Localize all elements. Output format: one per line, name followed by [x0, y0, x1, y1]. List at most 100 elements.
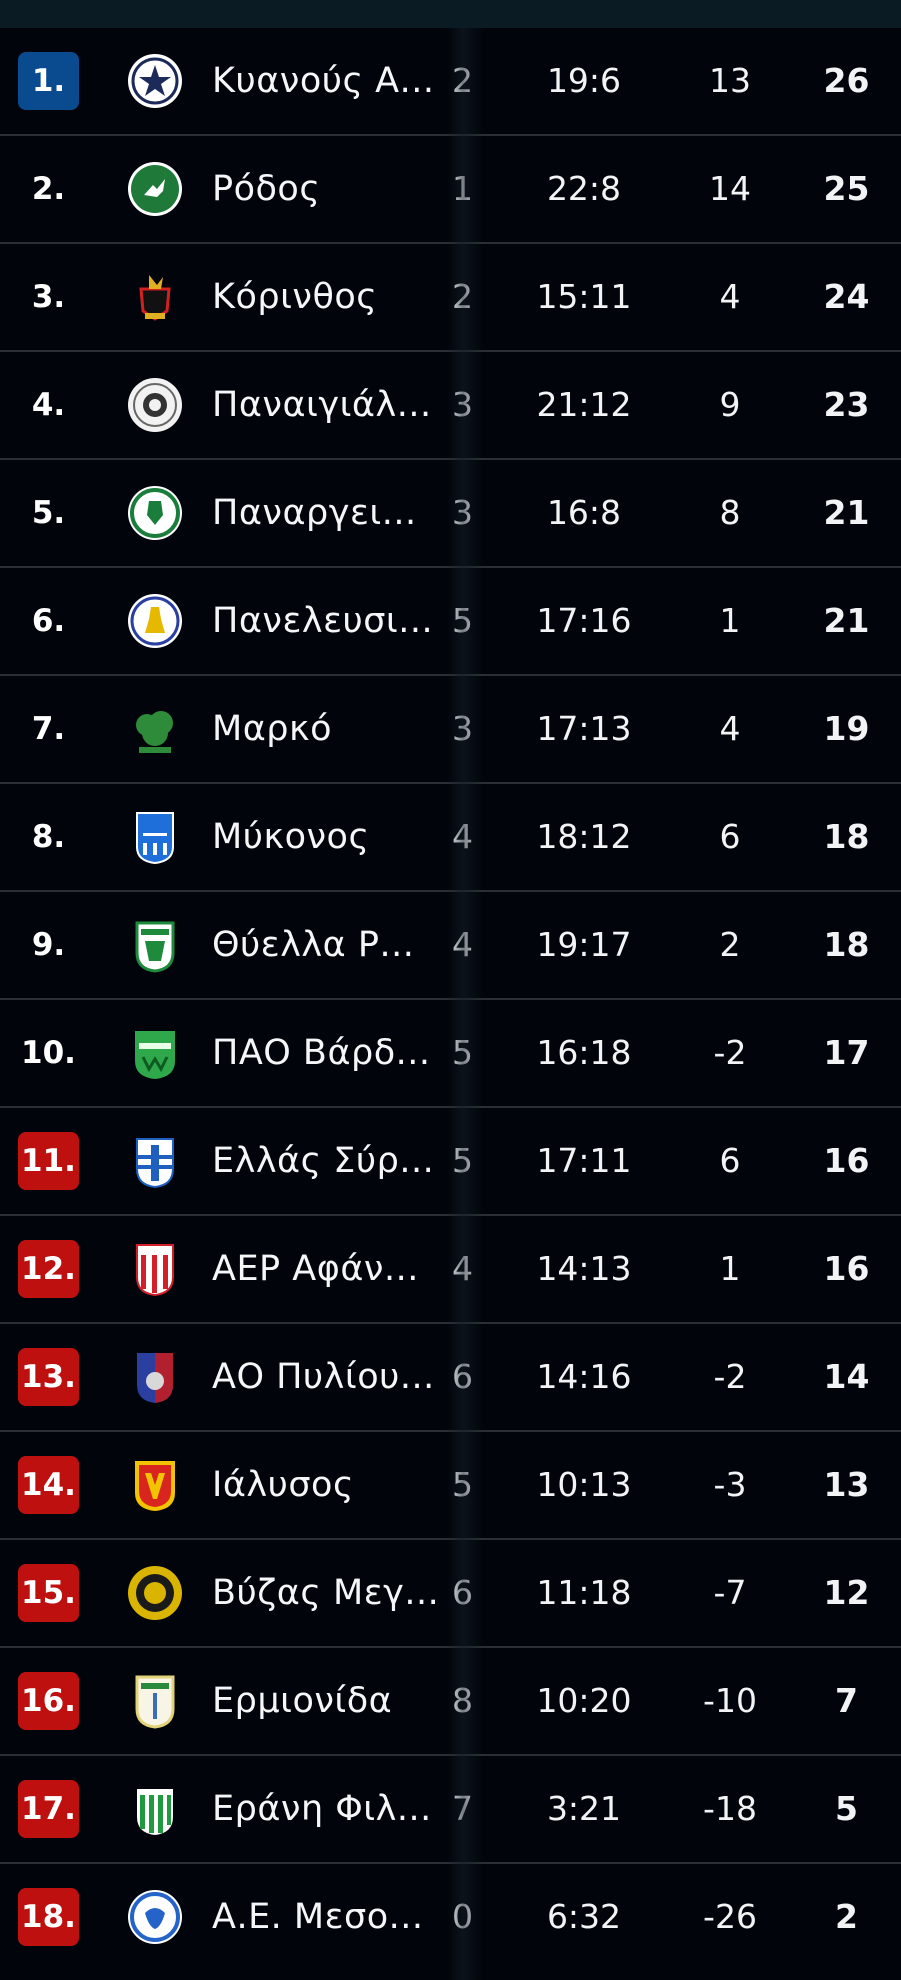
played-value: 4: [452, 925, 473, 964]
rank-badge: 7.: [31, 711, 66, 747]
points-value: 13: [823, 1465, 870, 1504]
goal-difference-value: -26: [703, 1897, 757, 1936]
table-row[interactable]: 16. Ερμιονίδα 8 10:20 -10 7: [0, 1648, 901, 1756]
played-value: 5: [452, 601, 473, 640]
points-value: 21: [823, 601, 870, 640]
table-row[interactable]: 6. Πανελευσι... 5 17:16 1 21: [0, 568, 901, 676]
ellas-syrou-shield-crest-icon: [127, 1133, 183, 1189]
rank-badge: 17.: [18, 1780, 79, 1838]
points-value: 21: [823, 493, 870, 532]
team-name: Βύζας Μεγ...: [212, 1573, 440, 1613]
table-row[interactable]: 3. Κόρινθος 2 15:11 4 24: [0, 244, 901, 352]
team-name: Μαρκό: [212, 709, 333, 749]
played-value: 3: [452, 709, 473, 748]
rank-badge: 15.: [18, 1564, 79, 1622]
goal-difference-value: 14: [709, 169, 751, 208]
played-value: 5: [452, 1465, 473, 1504]
table-row[interactable]: 13. ΑΟ Πυλίου... 6 14:16 -2 14: [0, 1324, 901, 1432]
panargeiakos-round-crest-icon: [127, 485, 183, 541]
vyzas-round-crest-icon: [127, 1565, 183, 1621]
table-row[interactable]: 8. Μύκονος 4 18:12 6 18: [0, 784, 901, 892]
points-value: 18: [823, 925, 870, 964]
table-row[interactable]: 11. Ελλάς Σύρ... 5 17:11 6 16: [0, 1108, 901, 1216]
goals-value: 10:20: [536, 1681, 632, 1720]
team-name: Ιάλυσος: [212, 1465, 354, 1505]
table-row[interactable]: 12. ΑΕΡ Αφάν... 4 14:13 1 16: [0, 1216, 901, 1324]
rank-badge: 1.: [18, 52, 79, 110]
points-value: 24: [823, 277, 870, 316]
points-value: 25: [823, 169, 870, 208]
points-value: 7: [835, 1681, 858, 1720]
goals-value: 14:16: [536, 1357, 632, 1396]
goals-value: 11:18: [536, 1573, 632, 1612]
marko-tree-crest-icon: [127, 701, 183, 757]
panaigialeios-round-crest-icon: [127, 377, 183, 433]
goal-difference-value: 2: [719, 925, 741, 964]
table-row[interactable]: 1. Κυανούς Α... 2 19:6 13 26: [0, 28, 901, 136]
mykonos-shield-crest-icon: [127, 809, 183, 865]
table-row[interactable]: 14. Ιάλυσος 5 10:13 -3 13: [0, 1432, 901, 1540]
played-value: 4: [452, 1249, 473, 1288]
played-value: 5: [452, 1141, 473, 1180]
rank-badge: 12.: [18, 1240, 79, 1298]
goals-value: 6:32: [546, 1897, 622, 1936]
points-value: 17: [823, 1033, 870, 1072]
points-value: 26: [823, 61, 870, 100]
standings-table: 1. Κυανούς Α... 2 19:6 13 26 2. Ρόδος 1 …: [0, 28, 901, 1970]
goal-difference-value: -7: [713, 1573, 747, 1612]
team-name: Α.Ε. Μεσο...: [212, 1897, 424, 1937]
table-row[interactable]: 10. ΠΑΟ Βάρδ... 5 16:18 -2 17: [0, 1000, 901, 1108]
table-row[interactable]: 18. Α.Ε. Μεσο... 0 6:32 -26 2: [0, 1864, 901, 1970]
table-row[interactable]: 2. Ρόδος 1 22:8 14 25: [0, 136, 901, 244]
goal-difference-value: 9: [719, 385, 741, 424]
team-name: Κυανούς Α...: [212, 61, 435, 101]
played-value: 2: [452, 277, 473, 316]
table-row[interactable]: 7. Μαρκό 3 17:13 4 19: [0, 676, 901, 784]
played-value: 3: [452, 493, 473, 532]
played-value: 6: [452, 1357, 473, 1396]
rank-badge: 13.: [18, 1348, 79, 1406]
goal-difference-value: 13: [709, 61, 751, 100]
goals-value: 17:11: [536, 1141, 632, 1180]
points-value: 14: [823, 1357, 870, 1396]
points-value: 19: [823, 709, 870, 748]
rodos-deer-crest-icon: [127, 161, 183, 217]
ae-mesologgiou-round-crest-icon: [127, 1889, 183, 1945]
rank-badge: 3.: [31, 279, 66, 315]
played-value: 6: [452, 1573, 473, 1612]
rank-badge: 2.: [31, 171, 66, 207]
played-value: 2: [452, 61, 473, 100]
team-name: Κόρινθος: [212, 277, 378, 317]
table-row[interactable]: 9. Θύελλα Ρ... 4 19:17 2 18: [0, 892, 901, 1000]
goal-difference-value: 6: [719, 817, 741, 856]
thyella-shield-crest-icon: [127, 917, 183, 973]
rank-badge: 6.: [31, 603, 66, 639]
rank-badge: 9.: [31, 927, 66, 963]
team-name: ΑΟ Πυλίου...: [212, 1357, 435, 1397]
goals-value: 15:11: [536, 277, 632, 316]
goal-difference-value: 4: [719, 709, 741, 748]
goals-value: 16:8: [546, 493, 622, 532]
team-name: Ερμιονίδα: [212, 1681, 393, 1721]
points-value: 12: [823, 1573, 870, 1612]
table-row[interactable]: 17. Εράνη Φιλ... 7 3:21 -18 5: [0, 1756, 901, 1864]
ialysos-shield-crest-icon: [127, 1457, 183, 1513]
rank-badge: 16.: [18, 1672, 79, 1730]
team-name: Παναιγιάλ...: [212, 385, 432, 425]
table-row[interactable]: 15. Βύζας Μεγ... 6 11:18 -7 12: [0, 1540, 901, 1648]
paneleusiniakos-round-crest-icon: [127, 593, 183, 649]
ao-pyliou-shield-crest-icon: [127, 1349, 183, 1405]
points-value: 16: [823, 1249, 870, 1288]
team-name: Θύελλα Ρ...: [212, 925, 415, 965]
table-row[interactable]: 4. Παναιγιάλ... 3 21:12 9 23: [0, 352, 901, 460]
rank-badge: 5.: [31, 495, 66, 531]
goal-difference-value: 6: [719, 1141, 741, 1180]
team-name: ΑΕΡ Αφάν...: [212, 1249, 419, 1289]
rank-badge: 11.: [18, 1132, 79, 1190]
points-value: 16: [823, 1141, 870, 1180]
rank-badge: 18.: [18, 1888, 79, 1946]
team-name: Εράνη Φιλ...: [212, 1789, 432, 1829]
goals-value: 19:17: [536, 925, 632, 964]
kyanous-star-crest-icon: [127, 53, 183, 109]
table-row[interactable]: 5. Παναργει... 3 16:8 8 21: [0, 460, 901, 568]
